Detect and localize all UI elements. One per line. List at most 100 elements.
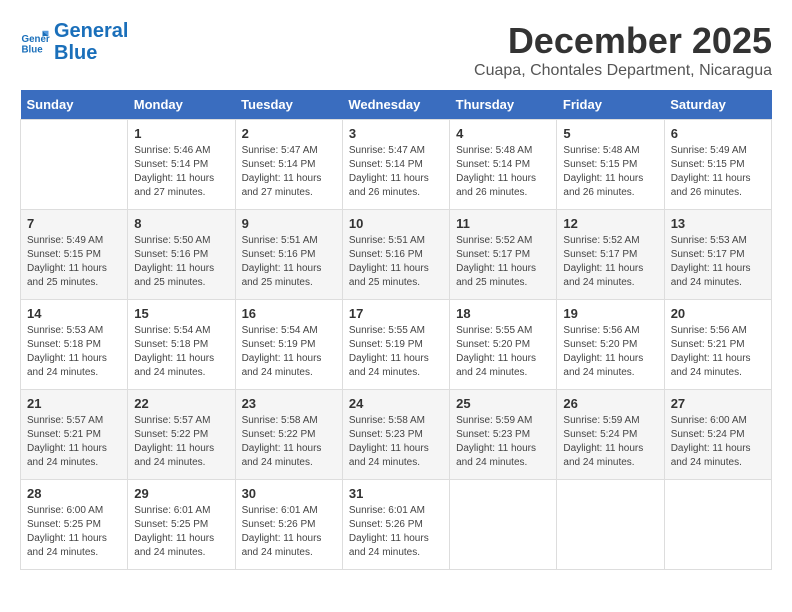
day-info: Sunrise: 5:58 AM Sunset: 5:23 PM Dayligh…: [349, 414, 443, 470]
day-info: Sunrise: 5:59 AM Sunset: 5:24 PM Dayligh…: [563, 414, 657, 470]
calendar-day-23: 23 Sunrise: 5:58 AM Sunset: 5:22 PM Dayli…: [235, 390, 342, 480]
day-info: Sunrise: 6:01 AM Sunset: 5:26 PM Dayligh…: [242, 504, 336, 560]
logo-blue: Blue: [54, 42, 97, 64]
calendar-day-10: 10Sunrise: 5:51 AM Sunset: 5:16 PM Dayli…: [342, 210, 449, 300]
logo-text: General Blue: [54, 20, 128, 64]
calendar-day-30: 30Sunrise: 6:01 AM Sunset: 5:26 PM Dayli…: [235, 480, 342, 570]
calendar-week-row: 28 Sunrise: 6:00 AM Sunset: 5:25 PM Dayli…: [21, 480, 772, 570]
calendar-week-row: 21 Sunrise: 5:57 AM Sunset: 5:21 PM Dayli…: [21, 390, 772, 480]
day-number: 12: [563, 216, 657, 231]
calendar-day-31: 31 Sunrise: 6:01 AM Sunset: 5:26 PM Dayli…: [342, 480, 449, 570]
day-info: Sunrise: 5:58 AM Sunset: 5:22 PM Dayligh…: [242, 414, 336, 470]
calendar-table: SundayMondayTuesdayWednesdayThursdayFrid…: [20, 90, 772, 570]
day-info: Sunrise: 5:50 AM Sunset: 5:16 PM Dayligh…: [134, 234, 228, 290]
day-info: Sunrise: 5:52 AM Sunset: 5:17 PM Dayligh…: [456, 234, 550, 290]
day-number: 4: [456, 126, 550, 141]
header-day-monday: Monday: [128, 90, 235, 120]
calendar-day-16: 16 Sunrise: 5:54 AM Sunset: 5:19 PM Dayli…: [235, 300, 342, 390]
calendar-day-9: 9 Sunrise: 5:51 AM Sunset: 5:16 PM Daylig…: [235, 210, 342, 300]
calendar-day-21: 21 Sunrise: 5:57 AM Sunset: 5:21 PM Dayli…: [21, 390, 128, 480]
day-number: 23: [242, 396, 336, 411]
day-info: Sunrise: 5:57 AM Sunset: 5:21 PM Dayligh…: [27, 414, 121, 470]
day-info: Sunrise: 5:57 AM Sunset: 5:22 PM Dayligh…: [134, 414, 228, 470]
calendar-day-24: 24 Sunrise: 5:58 AM Sunset: 5:23 PM Dayli…: [342, 390, 449, 480]
calendar-week-row: 1Sunrise: 5:46 AM Sunset: 5:14 PM Daylig…: [21, 120, 772, 210]
page-header: General Blue General Blue December 2025 …: [20, 20, 772, 80]
header-day-friday: Friday: [557, 90, 664, 120]
calendar-empty-cell: [450, 480, 557, 570]
day-info: Sunrise: 6:00 AM Sunset: 5:24 PM Dayligh…: [671, 414, 765, 470]
day-number: 6: [671, 126, 765, 141]
day-info: Sunrise: 5:51 AM Sunset: 5:16 PM Dayligh…: [242, 234, 336, 290]
calendar-day-27: 27Sunrise: 6:00 AM Sunset: 5:24 PM Dayli…: [664, 390, 771, 480]
calendar-day-20: 20Sunrise: 5:56 AM Sunset: 5:21 PM Dayli…: [664, 300, 771, 390]
day-number: 15: [134, 306, 228, 321]
day-info: Sunrise: 5:54 AM Sunset: 5:19 PM Dayligh…: [242, 324, 336, 380]
day-number: 7: [27, 216, 121, 231]
day-info: Sunrise: 5:48 AM Sunset: 5:14 PM Dayligh…: [456, 144, 550, 200]
day-number: 2: [242, 126, 336, 141]
title-area: December 2025 Cuapa, Chontales Departmen…: [474, 20, 772, 80]
day-info: Sunrise: 5:54 AM Sunset: 5:18 PM Dayligh…: [134, 324, 228, 380]
calendar-day-8: 8 Sunrise: 5:50 AM Sunset: 5:16 PM Daylig…: [128, 210, 235, 300]
location-subtitle: Cuapa, Chontales Department, Nicaragua: [474, 62, 772, 80]
calendar-header-row: SundayMondayTuesdayWednesdayThursdayFrid…: [21, 90, 772, 120]
calendar-empty-cell: [557, 480, 664, 570]
logo: General Blue General Blue: [20, 20, 128, 64]
calendar-day-18: 18 Sunrise: 5:55 AM Sunset: 5:20 PM Dayli…: [450, 300, 557, 390]
day-number: 14: [27, 306, 121, 321]
day-info: Sunrise: 5:53 AM Sunset: 5:17 PM Dayligh…: [671, 234, 765, 290]
day-number: 17: [349, 306, 443, 321]
month-title: December 2025: [474, 20, 772, 62]
calendar-day-1: 1Sunrise: 5:46 AM Sunset: 5:14 PM Daylig…: [128, 120, 235, 210]
calendar-day-12: 12 Sunrise: 5:52 AM Sunset: 5:17 PM Dayli…: [557, 210, 664, 300]
calendar-day-25: 25Sunrise: 5:59 AM Sunset: 5:23 PM Dayli…: [450, 390, 557, 480]
day-number: 1: [134, 126, 228, 141]
day-number: 8: [134, 216, 228, 231]
calendar-empty-cell: [21, 120, 128, 210]
calendar-day-13: 13Sunrise: 5:53 AM Sunset: 5:17 PM Dayli…: [664, 210, 771, 300]
day-number: 26: [563, 396, 657, 411]
header-day-thursday: Thursday: [450, 90, 557, 120]
calendar-day-7: 7 Sunrise: 5:49 AM Sunset: 5:15 PM Daylig…: [21, 210, 128, 300]
calendar-week-row: 7 Sunrise: 5:49 AM Sunset: 5:15 PM Daylig…: [21, 210, 772, 300]
day-info: Sunrise: 5:48 AM Sunset: 5:15 PM Dayligh…: [563, 144, 657, 200]
day-info: Sunrise: 5:53 AM Sunset: 5:18 PM Dayligh…: [27, 324, 121, 380]
day-info: Sunrise: 6:01 AM Sunset: 5:25 PM Dayligh…: [134, 504, 228, 560]
calendar-day-22: 22 Sunrise: 5:57 AM Sunset: 5:22 PM Dayli…: [128, 390, 235, 480]
day-number: 18: [456, 306, 550, 321]
day-info: Sunrise: 5:55 AM Sunset: 5:20 PM Dayligh…: [456, 324, 550, 380]
day-info: Sunrise: 5:52 AM Sunset: 5:17 PM Dayligh…: [563, 234, 657, 290]
day-info: Sunrise: 6:00 AM Sunset: 5:25 PM Dayligh…: [27, 504, 121, 560]
day-info: Sunrise: 5:49 AM Sunset: 5:15 PM Dayligh…: [671, 144, 765, 200]
logo-general: General: [54, 20, 128, 42]
day-info: Sunrise: 5:47 AM Sunset: 5:14 PM Dayligh…: [242, 144, 336, 200]
day-number: 28: [27, 486, 121, 501]
calendar-day-3: 3Sunrise: 5:47 AM Sunset: 5:14 PM Daylig…: [342, 120, 449, 210]
day-info: Sunrise: 6:01 AM Sunset: 5:26 PM Dayligh…: [349, 504, 443, 560]
day-info: Sunrise: 5:47 AM Sunset: 5:14 PM Dayligh…: [349, 144, 443, 200]
calendar-day-2: 2 Sunrise: 5:47 AM Sunset: 5:14 PM Daylig…: [235, 120, 342, 210]
day-number: 19: [563, 306, 657, 321]
day-number: 22: [134, 396, 228, 411]
day-info: Sunrise: 5:59 AM Sunset: 5:23 PM Dayligh…: [456, 414, 550, 470]
day-number: 10: [349, 216, 443, 231]
svg-text:Blue: Blue: [22, 45, 44, 56]
header-day-saturday: Saturday: [664, 90, 771, 120]
calendar-day-19: 19Sunrise: 5:56 AM Sunset: 5:20 PM Dayli…: [557, 300, 664, 390]
calendar-day-28: 28 Sunrise: 6:00 AM Sunset: 5:25 PM Dayli…: [21, 480, 128, 570]
header-day-sunday: Sunday: [21, 90, 128, 120]
header-day-tuesday: Tuesday: [235, 90, 342, 120]
day-number: 31: [349, 486, 443, 501]
day-info: Sunrise: 5:49 AM Sunset: 5:15 PM Dayligh…: [27, 234, 121, 290]
calendar-empty-cell: [664, 480, 771, 570]
day-number: 24: [349, 396, 443, 411]
day-number: 21: [27, 396, 121, 411]
calendar-day-5: 5Sunrise: 5:48 AM Sunset: 5:15 PM Daylig…: [557, 120, 664, 210]
calendar-day-11: 11Sunrise: 5:52 AM Sunset: 5:17 PM Dayli…: [450, 210, 557, 300]
day-number: 9: [242, 216, 336, 231]
day-info: Sunrise: 5:55 AM Sunset: 5:19 PM Dayligh…: [349, 324, 443, 380]
day-number: 16: [242, 306, 336, 321]
calendar-day-17: 17 Sunrise: 5:55 AM Sunset: 5:19 PM Dayli…: [342, 300, 449, 390]
calendar-week-row: 14 Sunrise: 5:53 AM Sunset: 5:18 PM Dayli…: [21, 300, 772, 390]
